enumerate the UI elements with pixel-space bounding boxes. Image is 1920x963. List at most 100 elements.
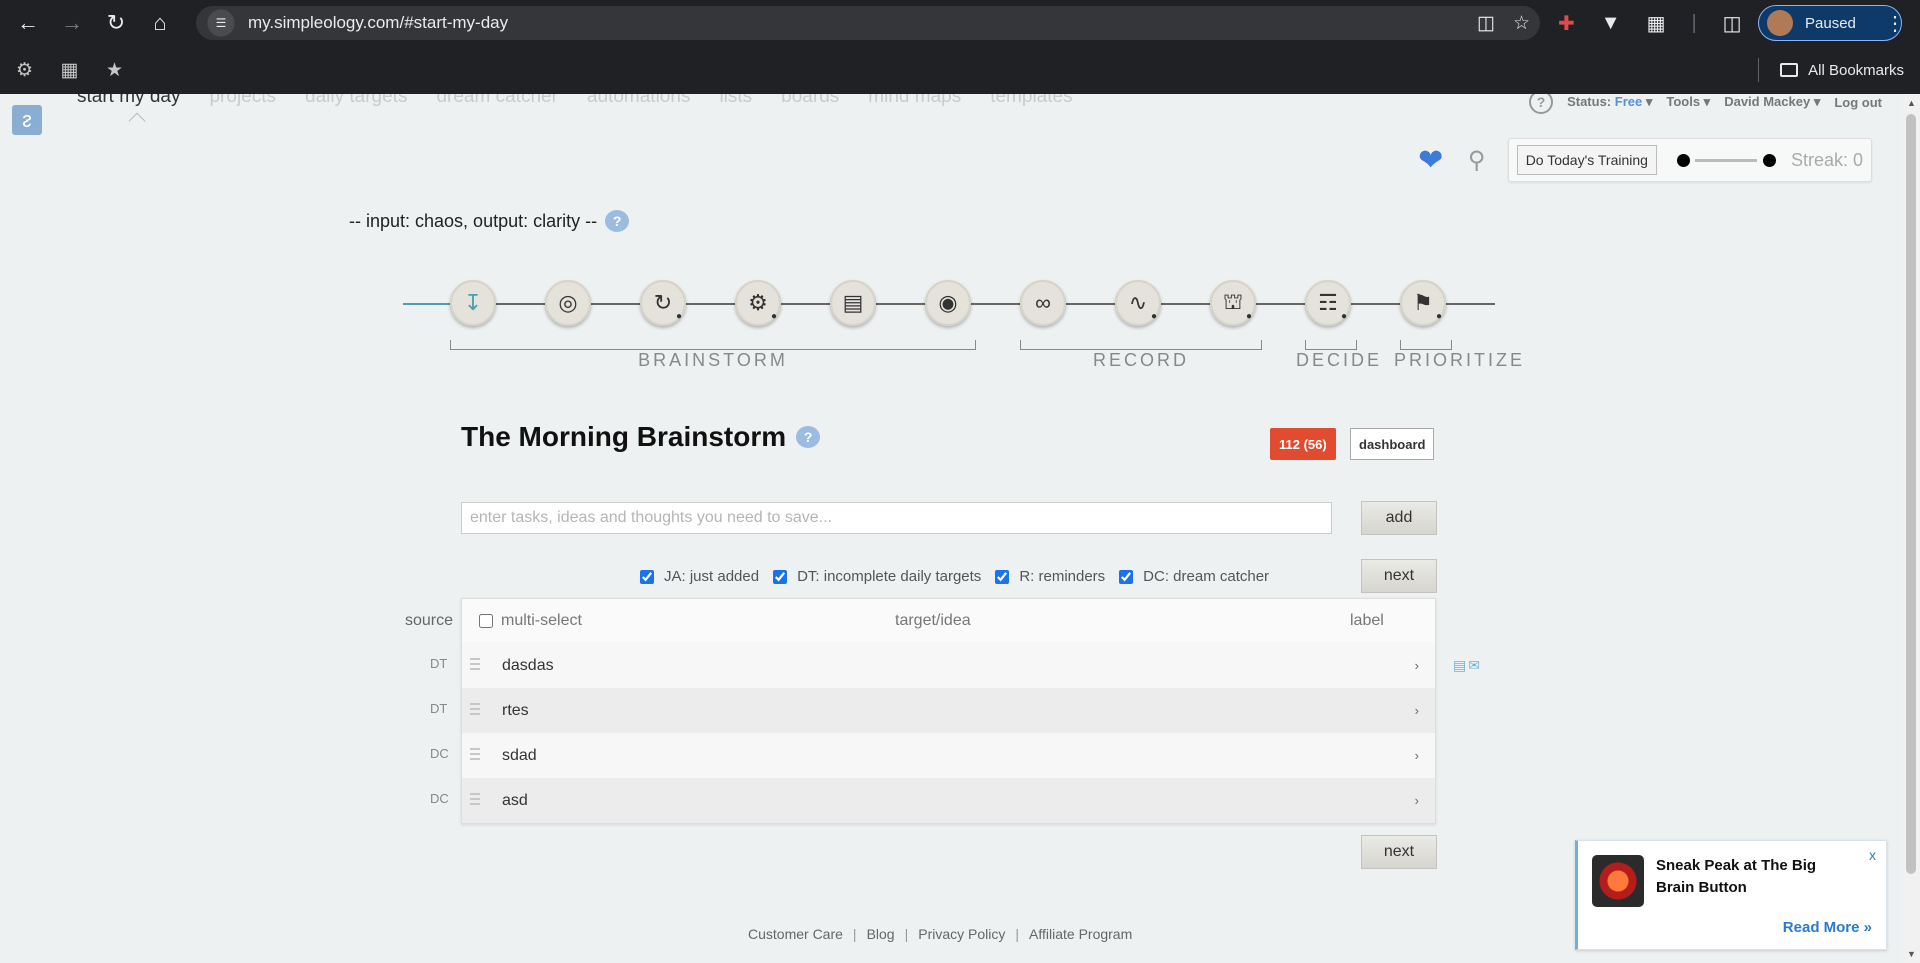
filter-daily-targets[interactable]: DT: incomplete daily targets <box>773 568 981 585</box>
search-icon[interactable]: ⚲ <box>1462 145 1492 175</box>
gear-icon[interactable]: ⚙ <box>2 46 47 94</box>
add-button[interactable]: add <box>1361 501 1437 535</box>
filter-dt-checkbox[interactable] <box>773 569 788 584</box>
close-icon[interactable]: x <box>1869 847 1876 863</box>
nav-mind-maps[interactable]: mind maps <box>868 94 961 108</box>
table-row[interactable]: asd › <box>462 778 1435 823</box>
read-more-link[interactable]: Read More » <box>1783 919 1872 936</box>
refresh-cycle-icon[interactable]: ↻ ● <box>640 280 686 326</box>
status-menu[interactable]: Status: Free ▾ <box>1567 94 1652 110</box>
site-info-icon[interactable]: ☰ <box>207 9 235 37</box>
target-icon[interactable]: ◎ <box>545 280 591 326</box>
streak-slider[interactable] <box>1676 145 1781 175</box>
next-button-bottom[interactable]: next <box>1361 835 1437 869</box>
nav-automations[interactable]: automations <box>587 94 691 108</box>
comment-icon[interactable]: ✉ <box>1468 657 1480 674</box>
loop-arrows-icon[interactable]: ∞ <box>1020 280 1066 326</box>
page-scrollbar[interactable]: ▲ ▼ <box>1902 94 1920 963</box>
side-panel-icon[interactable]: ◫ <box>1723 11 1742 36</box>
chrome-menu-icon[interactable]: ⋮ <box>1880 0 1910 46</box>
nav-templates[interactable]: templates <box>990 94 1072 108</box>
reload-icon[interactable]: ↻ <box>94 0 138 46</box>
nav-daily-targets[interactable]: daily targets <box>305 94 407 108</box>
active-nav-caret <box>128 112 146 130</box>
extensions-puzzle-icon[interactable]: ▦ <box>1647 11 1666 36</box>
filter-dc-checkbox[interactable] <box>1119 569 1134 584</box>
extension-cross-icon[interactable]: ✚ <box>1558 11 1575 36</box>
chevron-right-icon[interactable]: › <box>1415 793 1419 808</box>
url-text[interactable]: my.simpleology.com/#start-my-day <box>248 13 508 33</box>
inbox-download-icon[interactable]: ↧ <box>450 280 496 326</box>
bookmarks-divider <box>1758 58 1759 82</box>
drag-handle-icon[interactable] <box>470 793 480 805</box>
tagline-help-icon[interactable]: ? <box>605 210 630 232</box>
dashboard-button[interactable]: dashboard <box>1350 428 1435 460</box>
nav-projects[interactable]: projects <box>209 94 276 108</box>
chevron-right-icon[interactable]: › <box>1415 748 1419 763</box>
multi-select-checkbox[interactable] <box>479 614 493 628</box>
row-text[interactable]: dasdas <box>502 657 554 675</box>
bookmark-star-icon[interactable]: ☆ <box>1513 12 1530 35</box>
filter-dream-catcher[interactable]: DC: dream catcher <box>1119 568 1269 585</box>
user-menu[interactable]: David Mackey ▾ <box>1724 94 1820 110</box>
drag-handle-icon[interactable] <box>470 703 480 715</box>
drag-handle-icon[interactable] <box>470 748 480 760</box>
home-icon[interactable]: ⌂ <box>138 0 182 46</box>
all-bookmarks[interactable]: All Bookmarks <box>1780 46 1904 94</box>
puzzle-icon[interactable]: ▦ <box>47 46 92 94</box>
table-row[interactable]: sdad › <box>462 733 1435 778</box>
bank-building-icon[interactable]: ⛫ ● <box>1210 280 1256 326</box>
scroll-thumb[interactable] <box>1906 114 1916 874</box>
footer-blog[interactable]: Blog <box>867 926 895 942</box>
back-icon[interactable]: ← <box>6 0 50 46</box>
filter-just-added[interactable]: JA: just added <box>640 568 759 585</box>
lock-icon: ● <box>1435 311 1442 322</box>
notes-icon[interactable]: ▤ <box>1453 657 1466 674</box>
heart-icon[interactable]: ❤ <box>1414 144 1448 177</box>
drag-handle-icon[interactable] <box>470 658 480 670</box>
footer-affiliate-program[interactable]: Affiliate Program <box>1029 926 1132 942</box>
section-help-icon[interactable]: ? <box>796 426 821 448</box>
footer-separator: | <box>904 926 909 942</box>
nav-dream-catcher[interactable]: dream catcher <box>436 94 557 108</box>
scroll-up-icon[interactable]: ▲ <box>1907 98 1916 108</box>
nav-boards[interactable]: boards <box>781 94 839 108</box>
help-icon[interactable]: ? <box>1529 94 1554 114</box>
extension-v-icon[interactable]: ▼ <box>1601 12 1621 35</box>
chevron-right-icon[interactable]: › <box>1415 703 1419 718</box>
tools-menu[interactable]: Tools ▾ <box>1666 94 1710 110</box>
footer-privacy-policy[interactable]: Privacy Policy <box>918 926 1005 942</box>
chevron-right-icon[interactable]: › <box>1415 658 1419 673</box>
do-training-button[interactable]: Do Today's Training <box>1516 145 1657 175</box>
row-text[interactable]: rtes <box>502 702 529 720</box>
multi-select[interactable]: multi-select <box>479 612 582 630</box>
star-icon[interactable]: ★ <box>92 46 137 94</box>
gears-icon[interactable]: ⚙ ● <box>735 280 781 326</box>
bar-chart-icon[interactable]: ▤ <box>830 280 876 326</box>
logout-link[interactable]: Log out <box>1834 95 1882 110</box>
scroll-down-icon[interactable]: ▼ <box>1907 949 1916 959</box>
footer-customer-care[interactable]: Customer Care <box>748 926 843 942</box>
heartbeat-icon[interactable]: ∿ ● <box>1115 280 1161 326</box>
count-badge[interactable]: 112 (56) <box>1270 428 1336 460</box>
table-row[interactable]: dasdas › <box>462 643 1435 688</box>
row-text[interactable]: asd <box>502 792 528 810</box>
simpleology-logo[interactable]: ᴤ <box>12 105 42 135</box>
filter-ja-checkbox[interactable] <box>640 569 654 584</box>
flag-icon[interactable]: ⚑ ● <box>1400 280 1446 326</box>
next-button-top[interactable]: next <box>1361 559 1437 593</box>
nav-start-my-day[interactable]: start my day <box>77 94 180 108</box>
task-input[interactable] <box>461 502 1332 534</box>
forward-icon[interactable]: → <box>50 0 94 46</box>
candlestick-icon[interactable]: ☶ ● <box>1305 280 1351 326</box>
install-app-icon[interactable]: ◫ <box>1477 12 1495 35</box>
piggy-bank-icon[interactable]: ◉ <box>925 280 971 326</box>
filter-reminders[interactable]: R: reminders <box>995 568 1105 585</box>
nav-lists[interactable]: lists <box>719 94 752 108</box>
address-bar[interactable]: ☰ my.simpleology.com/#start-my-day ◫ ☆ <box>196 6 1540 40</box>
row-text[interactable]: sdad <box>502 747 537 765</box>
table-row[interactable]: rtes › <box>462 688 1435 733</box>
filter-r-checkbox[interactable] <box>995 569 1010 584</box>
label-header: label <box>1350 612 1384 629</box>
row-source: DC <box>430 746 449 761</box>
